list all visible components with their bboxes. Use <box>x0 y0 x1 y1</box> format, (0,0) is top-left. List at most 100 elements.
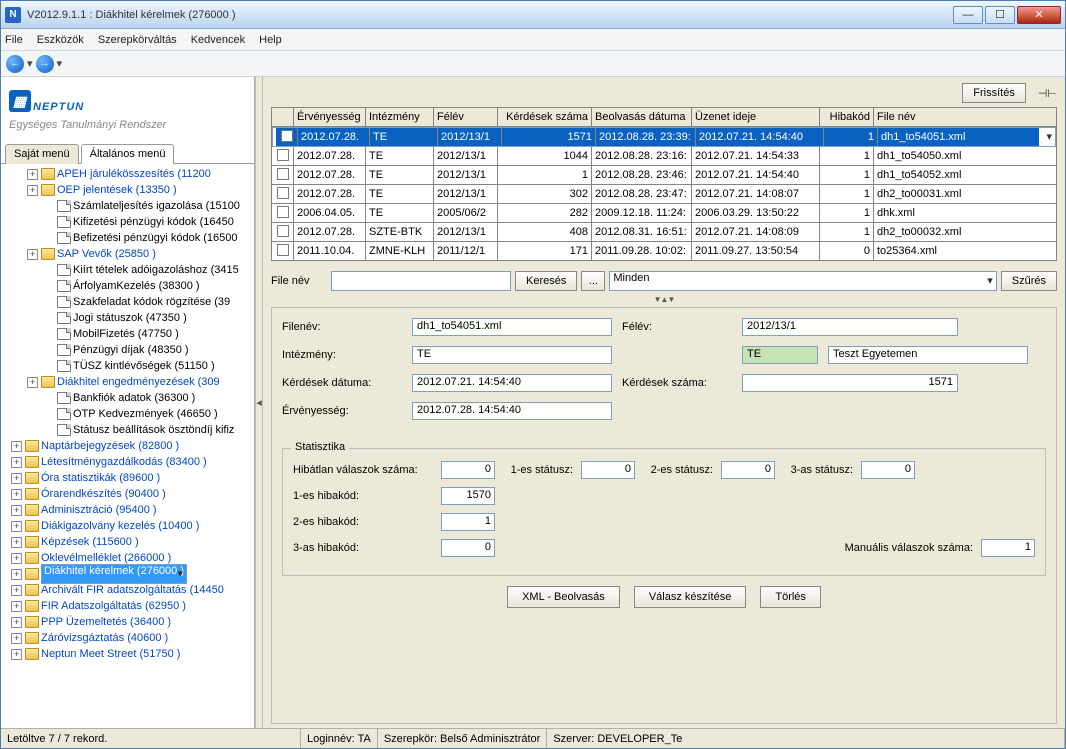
grid-header[interactable]: Intézmény <box>366 108 434 126</box>
row-checkbox[interactable] <box>272 166 294 184</box>
expand-icon[interactable]: + <box>27 377 38 388</box>
grid-header[interactable] <box>272 108 294 126</box>
tree-node[interactable]: +Diákhitel kérelmek (276000 ) <box>5 566 254 582</box>
grid-header[interactable]: Üzenet ideje <box>692 108 820 126</box>
tree-node[interactable]: +FIR Adatszolgáltatás (62950 ) <box>5 598 254 614</box>
expand-icon[interactable]: + <box>11 649 22 660</box>
tree-node[interactable]: Kiírt tételek adóigazoláshoz (3415 <box>5 262 254 278</box>
horizontal-splitter[interactable]: ▼▲▼ <box>263 295 1065 303</box>
table-row[interactable]: 2011.10.04.ZMNE-KLH2011/12/11712011.09.2… <box>272 242 1056 260</box>
expand-icon[interactable]: + <box>27 169 38 180</box>
nav-forward-dropdown[interactable]: ▾ <box>57 57 63 70</box>
browse-button[interactable]: ... <box>581 271 605 291</box>
tree-node[interactable]: +OEP jelentések (13350 ) <box>5 182 254 198</box>
expand-icon[interactable]: + <box>11 585 22 596</box>
grid-header[interactable]: Hibakód <box>820 108 874 126</box>
grid-header[interactable]: Beolvasás dátuma <box>592 108 692 126</box>
tree-node[interactable]: +APEH járulékösszesítés (11200 <box>5 166 254 182</box>
xml-read-button[interactable]: XML - Beolvasás <box>507 586 620 608</box>
nav-forward-button[interactable]: → <box>35 54 55 74</box>
tree-node[interactable]: +Létesítménygazdálkodás (83400 ) <box>5 454 254 470</box>
grid-header[interactable]: Félév <box>434 108 498 126</box>
nav-back-dropdown[interactable]: ▾ <box>27 57 33 70</box>
table-row[interactable]: 2012.07.28.SZTE-BTK2012/13/14082012.08.3… <box>272 223 1056 242</box>
menu-tools[interactable]: Eszközök <box>37 34 84 46</box>
close-button[interactable]: ✕ <box>1017 6 1061 24</box>
tree-node[interactable]: +Naptárbejegyzések (82800 ) <box>5 438 254 454</box>
table-row[interactable]: 2012.07.28.TE2012/13/115712012.08.28. 23… <box>272 127 1056 147</box>
row-checkbox[interactable] <box>272 185 294 203</box>
expand-icon[interactable]: + <box>11 505 22 516</box>
filter-button[interactable]: Szűrés <box>1001 271 1057 291</box>
row-checkbox[interactable] <box>272 242 294 260</box>
menu-rolechange[interactable]: Szerepkörváltás <box>98 34 177 46</box>
expand-icon[interactable]: + <box>11 553 22 564</box>
tree-node[interactable]: Státusz beállítások ösztöndíj kifiz <box>5 422 254 438</box>
tree-node[interactable]: Számlateljesítés igazolása (15100 <box>5 198 254 214</box>
tab-general-menu[interactable]: Általános menü <box>81 144 175 164</box>
answer-button[interactable]: Válasz készítése <box>634 586 747 608</box>
field-inst-code[interactable]: TE <box>412 346 612 364</box>
pin-icon[interactable]: ⊣⊢ <box>1038 87 1057 100</box>
tree-node[interactable]: +Diákhitel engedményezések (309 <box>5 374 254 390</box>
field-qcount[interactable]: 1571 <box>742 374 958 392</box>
tree-node[interactable]: Szakfeladat kódok rögzítése (39 <box>5 294 254 310</box>
delete-button[interactable]: Törlés <box>760 586 821 608</box>
expand-icon[interactable]: + <box>11 473 22 484</box>
row-checkbox[interactable] <box>272 223 294 241</box>
grid-header[interactable]: File név <box>874 108 1056 126</box>
filter-select[interactable]: Minden <box>609 271 996 291</box>
titlebar[interactable]: N V2012.9.1.1 : Diákhitel kérelmek (2760… <box>1 1 1065 29</box>
tree-node[interactable]: +SAP Vevők (25850 ) <box>5 246 254 262</box>
table-row[interactable]: 2006.04.05.TE2005/06/22822009.12.18. 11:… <box>272 204 1056 223</box>
minimize-button[interactable]: — <box>953 6 983 24</box>
tree-node[interactable]: Befizetési pénzügyi kódok (16500 <box>5 230 254 246</box>
expand-icon[interactable]: + <box>11 601 22 612</box>
expand-icon[interactable]: + <box>27 185 38 196</box>
table-row[interactable]: 2012.07.28.TE2012/13/110442012.08.28. 23… <box>272 147 1056 166</box>
tree-node[interactable]: OTP Kedvezmények (46650 ) <box>5 406 254 422</box>
row-checkbox[interactable] <box>272 147 294 165</box>
table-row[interactable]: 2012.07.28.TE2012/13/13022012.08.28. 23:… <box>272 185 1056 204</box>
expand-icon[interactable]: + <box>11 617 22 628</box>
field-qdate[interactable]: 2012.07.21. 14:54:40 <box>412 374 612 392</box>
refresh-button[interactable]: Frissítés <box>962 83 1026 103</box>
menu-file[interactable]: File <box>5 34 23 46</box>
expand-icon[interactable]: + <box>11 633 22 644</box>
menu-favorites[interactable]: Kedvencek <box>191 34 245 46</box>
field-filename[interactable]: dh1_to54051.xml <box>412 318 612 336</box>
maximize-button[interactable]: ☐ <box>985 6 1015 24</box>
expand-icon[interactable]: + <box>11 537 22 548</box>
tree-node[interactable]: MobilFizetés (47750 ) <box>5 326 254 342</box>
tree-node[interactable]: +Archivált FIR adatszolgáltatás (14450 <box>5 582 254 598</box>
filter-input[interactable] <box>331 271 511 291</box>
tree-node[interactable]: +Záróvizsgáztatás (40600 ) <box>5 630 254 646</box>
tree-node[interactable]: +Képzések (115600 ) <box>5 534 254 550</box>
expand-icon[interactable]: + <box>11 441 22 452</box>
tree-node[interactable]: TÜSZ kintlévőségek (51150 ) <box>5 358 254 374</box>
expand-icon[interactable]: + <box>11 521 22 532</box>
tab-own-menu[interactable]: Saját menü <box>5 144 79 164</box>
expand-icon[interactable]: + <box>11 569 22 580</box>
table-row[interactable]: 2012.07.28.TE2012/13/112012.08.28. 23:46… <box>272 166 1056 185</box>
tree-node[interactable]: +Diákigazolvány kezelés (10400 ) <box>5 518 254 534</box>
tree[interactable]: +APEH járulékösszesítés (11200+OEP jelen… <box>1 164 254 728</box>
grid-header[interactable]: Kérdések száma <box>498 108 592 126</box>
grid-header[interactable]: Érvényesség <box>294 108 366 126</box>
tree-node[interactable]: +Neptun Meet Street (51750 ) <box>5 646 254 662</box>
tree-node[interactable]: +Órarendkészítés (90400 ) <box>5 486 254 502</box>
tree-node[interactable]: Jogi státuszok (47350 ) <box>5 310 254 326</box>
tree-node[interactable]: +Óra statisztikák (89600 ) <box>5 470 254 486</box>
expand-icon[interactable]: + <box>11 457 22 468</box>
search-button[interactable]: Keresés <box>515 271 577 291</box>
nav-back-button[interactable]: ← <box>5 54 25 74</box>
data-grid[interactable]: ÉrvényességIntézményFélévKérdések számaB… <box>271 107 1057 261</box>
vertical-splitter[interactable]: ◂ <box>255 77 263 728</box>
tree-node[interactable]: +Adminisztráció (95400 ) <box>5 502 254 518</box>
expand-icon[interactable]: + <box>11 489 22 500</box>
row-checkbox[interactable] <box>272 204 294 222</box>
tree-node[interactable]: Pénzügyi díjak (48350 ) <box>5 342 254 358</box>
tree-node[interactable]: ÁrfolyamKezelés (38300 ) <box>5 278 254 294</box>
tree-node[interactable]: +PPP Üzemeltetés (36400 ) <box>5 614 254 630</box>
tree-node[interactable]: Kifizetési pénzügyi kódok (16450 <box>5 214 254 230</box>
